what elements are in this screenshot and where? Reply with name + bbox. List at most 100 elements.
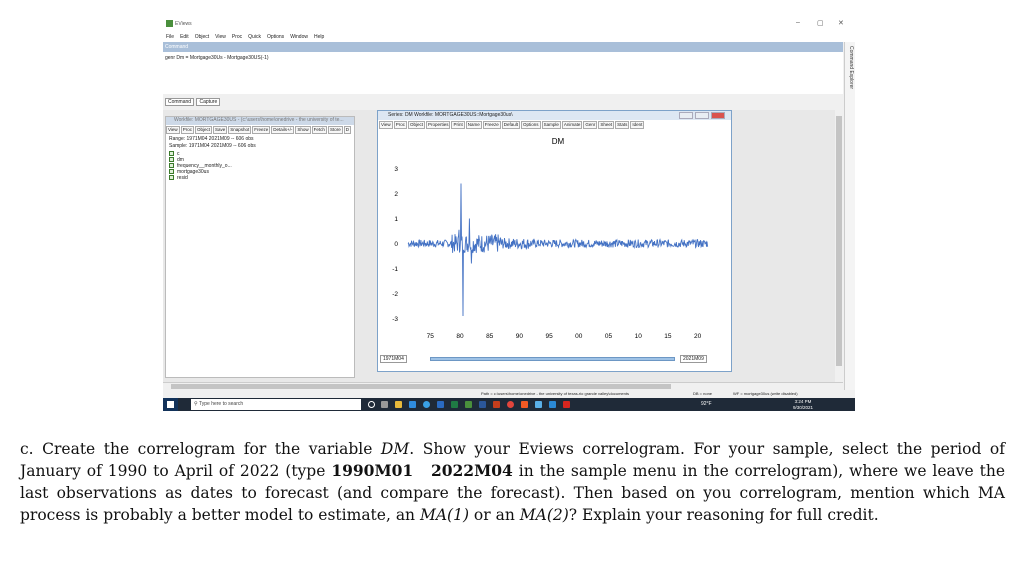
series-btn-default[interactable]: Default bbox=[501, 121, 521, 129]
mail-icon[interactable] bbox=[437, 401, 444, 408]
wf-btn-snapshot[interactable]: Snapshot bbox=[228, 126, 252, 134]
question-ma1: MA(1) bbox=[419, 506, 469, 524]
wf-btn-proc[interactable]: Proc bbox=[180, 126, 194, 134]
menu-view[interactable]: View bbox=[215, 34, 226, 40]
status-bar: Path = c:\users\home\onedrive - the univ… bbox=[163, 390, 855, 398]
series-btn-object[interactable]: Object bbox=[407, 121, 425, 129]
question-code-end: 2022M04 bbox=[430, 461, 513, 480]
wf-btn-freeze[interactable]: Freeze bbox=[252, 126, 271, 134]
maximize-icon[interactable]: ▢ bbox=[817, 19, 824, 27]
command-explorer-panel[interactable]: Command Explorer bbox=[844, 42, 855, 402]
y-tick-label: 0 bbox=[394, 241, 398, 248]
series-maximize-icon[interactable] bbox=[695, 112, 709, 119]
wf-btn-store[interactable]: Store bbox=[327, 126, 343, 134]
brave-icon[interactable] bbox=[521, 401, 528, 408]
wf-btn-fetch[interactable]: Fetch bbox=[311, 126, 327, 134]
search-placeholder: Type here to search bbox=[198, 401, 244, 407]
menu-help[interactable]: Help bbox=[314, 34, 324, 40]
series-btn-freeze[interactable]: Freeze bbox=[482, 121, 501, 129]
clock-time: 3:24 PM bbox=[794, 399, 812, 404]
series-close-icon[interactable] bbox=[711, 112, 725, 119]
chrome-icon[interactable] bbox=[507, 401, 514, 408]
series-btn-genr[interactable]: Genr bbox=[583, 121, 598, 129]
series-btn-name[interactable]: Name bbox=[465, 121, 482, 129]
eviews-logo-icon bbox=[166, 20, 173, 27]
sample-slider[interactable] bbox=[430, 357, 675, 361]
menu-object[interactable]: Object bbox=[195, 34, 209, 40]
assignment-question: c. Create the correlogram for the variab… bbox=[20, 438, 1005, 526]
zoom-icon[interactable] bbox=[549, 401, 556, 408]
close-icon[interactable]: ✕ bbox=[838, 19, 844, 27]
series-minimize-icon[interactable] bbox=[679, 112, 693, 119]
workfile-object[interactable]: resid bbox=[169, 175, 232, 181]
menu-quick[interactable]: Quick bbox=[248, 34, 261, 40]
menu-proc[interactable]: Proc bbox=[232, 34, 242, 40]
excel-icon[interactable] bbox=[451, 401, 458, 408]
end-date-box[interactable]: 2021M09 bbox=[680, 355, 707, 363]
tab-command[interactable]: Command bbox=[165, 98, 195, 106]
workfile-window[interactable]: Workfile: MORTGAGE30US - (c:\users\home\… bbox=[165, 116, 355, 378]
series-btn-ident[interactable]: Ident bbox=[630, 121, 645, 129]
task-view-icon[interactable] bbox=[381, 401, 388, 408]
series-btn-proc[interactable]: Proc bbox=[393, 121, 407, 129]
vertical-scroll-thumb[interactable] bbox=[836, 116, 842, 366]
y-tick-label: -3 bbox=[392, 316, 398, 323]
eviews-taskbar-icon[interactable] bbox=[465, 401, 472, 408]
menu-options[interactable]: Options bbox=[267, 34, 284, 40]
clock-date: 9/30/2021 bbox=[793, 404, 814, 410]
photos-icon[interactable] bbox=[535, 401, 542, 408]
series-btn-properties[interactable]: Properties bbox=[425, 121, 451, 129]
edge-icon[interactable] bbox=[423, 401, 430, 408]
dm-series-line bbox=[407, 183, 709, 317]
series-btn-print[interactable]: Print bbox=[451, 121, 465, 129]
question-text-5: ? Explain your reasoning for full credit… bbox=[568, 506, 879, 524]
series-window[interactable]: Series: DM Workfile: MORTGAGE30US::Mortg… bbox=[377, 110, 732, 372]
word-icon[interactable] bbox=[479, 401, 486, 408]
series-btn-options[interactable]: Options bbox=[521, 121, 541, 129]
wf-btn-show[interactable]: Show bbox=[295, 126, 311, 134]
menu-edit[interactable]: Edit bbox=[180, 34, 189, 40]
menu-file[interactable]: File bbox=[166, 34, 174, 40]
minimize-icon[interactable]: – bbox=[796, 19, 800, 26]
command-tabs: Command Capture bbox=[165, 98, 221, 106]
series-btn-view[interactable]: View bbox=[379, 121, 393, 129]
clock[interactable]: 3:24 PM 9/30/2021 bbox=[793, 399, 813, 410]
command-input[interactable]: genr Dm = Mortgage30Us - Mortgage30US(-1… bbox=[163, 52, 843, 94]
question-text-1: c. Create the correlogram for the variab… bbox=[20, 440, 381, 458]
x-tick-label: 00 bbox=[575, 333, 583, 340]
y-tick-label: -2 bbox=[392, 291, 398, 298]
horizontal-scroll-thumb[interactable] bbox=[171, 384, 671, 389]
series-btn-sample[interactable]: Sample bbox=[541, 121, 561, 129]
menu-window[interactable]: Window bbox=[290, 34, 308, 40]
powerpoint-icon[interactable] bbox=[493, 401, 500, 408]
wf-btn-save[interactable]: Save bbox=[212, 126, 228, 134]
workspace: Workfile: MORTGAGE30US - (c:\users\home\… bbox=[163, 110, 843, 382]
tab-capture[interactable]: Capture bbox=[196, 98, 221, 106]
series-object-icon bbox=[169, 163, 174, 169]
wf-btn-details[interactable]: Details+/- bbox=[271, 126, 295, 134]
x-tick-label: 90 bbox=[516, 333, 524, 340]
acrobat-icon[interactable] bbox=[563, 401, 570, 408]
file-explorer-icon[interactable] bbox=[395, 401, 402, 408]
cortana-icon[interactable] bbox=[368, 401, 375, 408]
eviews-screenshot: EViews – ▢ ✕ File Edit Object View Proc Quick… bbox=[163, 16, 855, 411]
x-tick-label: 85 bbox=[486, 333, 494, 340]
workfile-title: Workfile: MORTGAGE30US - (c:\users\home\… bbox=[166, 117, 354, 125]
wf-btn-view[interactable]: View bbox=[166, 126, 180, 134]
store-icon[interactable] bbox=[409, 401, 416, 408]
x-tick-label: 10 bbox=[635, 333, 643, 340]
start-button[interactable] bbox=[163, 398, 178, 411]
series-btn-stats[interactable]: Stats bbox=[615, 121, 630, 129]
wf-btn-object[interactable]: Object bbox=[194, 126, 212, 134]
wf-btn-d[interactable]: D bbox=[343, 126, 351, 134]
series-toolbar: View Proc Object Properties Print Name Freeze D… bbox=[379, 121, 645, 129]
series-btn-animate[interactable]: Animate bbox=[561, 121, 583, 129]
command-explorer-label: Command Explorer bbox=[848, 46, 854, 90]
series-btn-sheet[interactable]: Sheet bbox=[598, 121, 615, 129]
command-header-label: Command bbox=[165, 44, 189, 50]
vertical-scrollbar[interactable] bbox=[835, 110, 843, 382]
horizontal-scrollbar[interactable] bbox=[163, 382, 843, 390]
taskbar-search[interactable]: ⚲ Type here to search bbox=[191, 399, 361, 410]
weather-temperature[interactable]: 92°F bbox=[701, 401, 712, 407]
start-date-box[interactable]: 1971M04 bbox=[380, 355, 407, 363]
